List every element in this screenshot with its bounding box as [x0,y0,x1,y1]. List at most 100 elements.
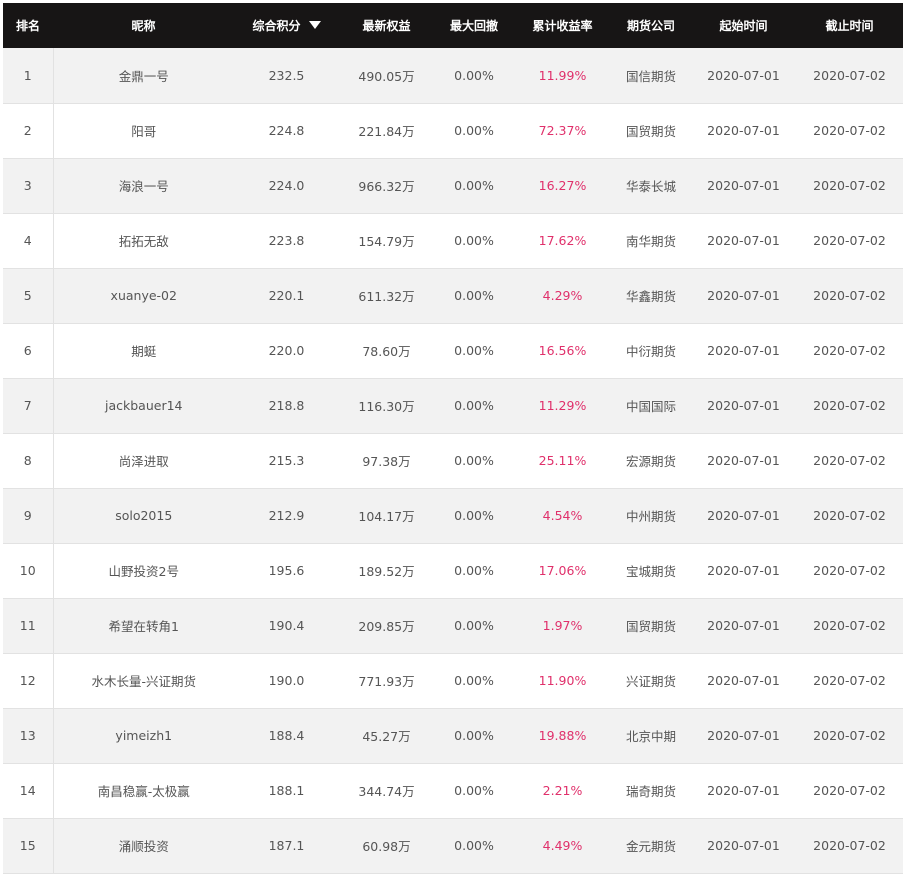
cell-end-date: 2020-07-02 [813,67,886,83]
cell-nickname[interactable]: 南昌稳赢-太极赢 [53,763,234,818]
cell-drawdown: 0.00% [454,838,494,853]
table-row[interactable]: 1 金鼎一号 232.5 490.05万 0.00% 11.99% 国信期货 2020-07-… [3,48,903,103]
ranking-table-container: 排名 昵称 综合积分 最新权益 最大回撤 累计收益率 期货公司 起始时间 截止时… [3,3,903,874]
cell-return: 11.29% [538,398,587,413]
cell-start-date: 2020-07-01 [707,673,780,688]
cell-return: 72.37% [538,123,587,138]
cell-end-date: 2020-07-02 [813,343,886,358]
header-rank[interactable]: 排名 [3,3,53,48]
table-row[interactable]: 8 尚泽进取 215.3 97.38万 0.00% 25.11% 宏源期货 2020-07-0… [3,433,903,488]
cell-equity: 116.30万 [358,399,415,414]
table-row[interactable]: 7 jackbauer14 218.8 116.30万 0.00% 11.29% 中国国际 2… [3,378,903,433]
cell-nickname[interactable]: jackbauer14 [53,378,234,433]
cell-nickname[interactable]: 拓拓无敌 [53,213,234,268]
cell-start-date: 2020-07-01 [707,563,780,578]
cell-rank: 1 [3,48,54,103]
table-row[interactable]: 3 海浪一号 224.0 966.32万 0.00% 16.27% 华泰长城 2020-07-… [3,158,903,213]
cell-score: 212.9 [268,508,305,523]
table-header-row: 排名 昵称 综合积分 最新权益 最大回撤 累计收益率 期货公司 起始时间 截止时… [3,3,903,48]
cell-score: 190.4 [268,618,305,633]
cell-start-date: 2020-07-01 [707,398,780,413]
cell-score: 195.6 [268,563,305,578]
cell-equity: 189.52万 [358,564,415,579]
header-drawdown[interactable]: 最大回撤 [434,3,514,48]
table-body: 1 金鼎一号 232.5 490.05万 0.00% 11.99% 国信期货 2020-07-… [3,48,903,873]
table-row[interactable]: 13 yimeizh1 188.4 45.27万 0.00% 19.88% 北京中期 2020… [3,708,903,763]
cell-nickname[interactable]: xuanye-02 [53,268,234,323]
cell-nickname[interactable]: 涌顺投资 [53,818,234,873]
cell-nickname[interactable]: 金鼎一号 [53,48,234,103]
cell-end-date: 2020-07-02 [813,398,886,413]
header-nickname[interactable]: 昵称 [53,3,234,48]
cell-equity: 209.85万 [358,619,415,634]
cell-nickname[interactable]: 阳哥 [53,103,234,158]
cell-drawdown: 0.00% [454,673,494,688]
cell-rank: 9 [3,488,54,543]
header-score[interactable]: 综合积分 [234,3,339,48]
cell-nickname[interactable]: solo2015 [53,488,234,543]
cell-rank: 8 [3,433,54,488]
cell-equity: 771.93万 [358,674,415,689]
cell-end-date: 2020-07-02 [813,123,886,138]
cell-company: 中州期货 [625,509,676,524]
cell-score: 218.8 [268,398,305,413]
cell-start-date: 2020-07-01 [707,178,780,193]
cell-company: 兴证期货 [625,674,676,689]
cell-score: 187.1 [268,838,305,853]
table-row[interactable]: 12 水木长量-兴证期货 190.0 771.93万 0.00% 11.90% 兴证期货 20… [3,653,903,708]
cell-score: 188.1 [268,783,305,798]
cell-nickname[interactable]: 山野投资2号 [53,543,234,598]
cell-score: 224.8 [268,123,305,138]
cell-company: 中国国际 [625,399,676,414]
cell-rank: 15 [3,818,54,873]
cell-start-date: 2020-07-01 [707,618,780,633]
cell-nickname[interactable]: 尚泽进取 [53,433,234,488]
cell-start-date: 2020-07-01 [707,453,780,468]
table-row[interactable]: 14 南昌稳赢-太极赢 188.1 344.74万 0.00% 2.21% 瑞奇期货 2020… [3,763,903,818]
cell-equity: 104.17万 [358,509,415,524]
cell-rank: 7 [3,378,54,433]
table-row[interactable]: 10 山野投资2号 195.6 189.52万 0.00% 17.06% 宝城期货 2020-… [3,543,903,598]
header-equity[interactable]: 最新权益 [339,3,434,48]
header-end[interactable]: 截止时间 [796,3,903,48]
cell-drawdown: 0.00% [454,508,494,523]
table-row[interactable]: 6 期蜓 220.0 78.60万 0.00% 16.56% 中衍期货 2020-07-01 2… [3,323,903,378]
header-company[interactable]: 期货公司 [611,3,691,48]
cell-start-date: 2020-07-01 [707,67,780,83]
table-row[interactable]: 5 xuanye-02 220.1 611.32万 0.00% 4.29% 华鑫期货 2020… [3,268,903,323]
cell-start-date: 2020-07-01 [707,343,780,358]
cell-equity: 221.84万 [358,124,415,139]
cell-equity: 490.05万 [358,68,415,84]
table-row[interactable]: 2 阳哥 224.8 221.84万 0.00% 72.37% 国贸期货 2020-07-01… [3,103,903,158]
cell-nickname[interactable]: 期蜓 [53,323,234,378]
cell-end-date: 2020-07-02 [813,838,886,853]
cell-equity: 154.79万 [358,234,415,249]
cell-rank: 4 [3,213,54,268]
header-start[interactable]: 起始时间 [691,3,796,48]
table-row[interactable]: 9 solo2015 212.9 104.17万 0.00% 4.54% 中州期货 2020-… [3,488,903,543]
cell-drawdown: 0.00% [454,67,494,83]
cell-return: 17.62% [538,233,587,248]
caret-down-icon[interactable] [308,21,321,29]
cell-nickname[interactable]: 水木长量-兴证期货 [53,653,234,708]
cell-nickname[interactable]: 希望在转角1 [53,598,234,653]
cell-equity: 97.38万 [362,454,411,469]
cell-end-date: 2020-07-02 [813,673,886,688]
header-score-label: 综合积分 [252,19,301,33]
cell-nickname[interactable]: yimeizh1 [53,708,234,763]
cell-end-date: 2020-07-02 [813,453,886,468]
cell-equity: 344.74万 [358,784,415,799]
cell-score: 188.4 [268,728,305,743]
cell-score: 232.5 [268,67,305,83]
cell-drawdown: 0.00% [454,453,494,468]
table-row[interactable]: 11 希望在转角1 190.4 209.85万 0.00% 1.97% 国贸期货 2020-0… [3,598,903,653]
cell-score: 223.8 [268,233,305,248]
table-row[interactable]: 4 拓拓无敌 223.8 154.79万 0.00% 17.62% 南华期货 2020-07-… [3,213,903,268]
cell-drawdown: 0.00% [454,563,494,578]
cell-company: 国贸期货 [625,124,676,139]
header-return[interactable]: 累计收益率 [514,3,611,48]
cell-rank: 5 [3,268,54,323]
table-row[interactable]: 15 涌顺投资 187.1 60.98万 0.00% 4.49% 金元期货 2020-07-0… [3,818,903,873]
cell-company: 国贸期货 [625,619,676,634]
cell-nickname[interactable]: 海浪一号 [53,158,234,213]
